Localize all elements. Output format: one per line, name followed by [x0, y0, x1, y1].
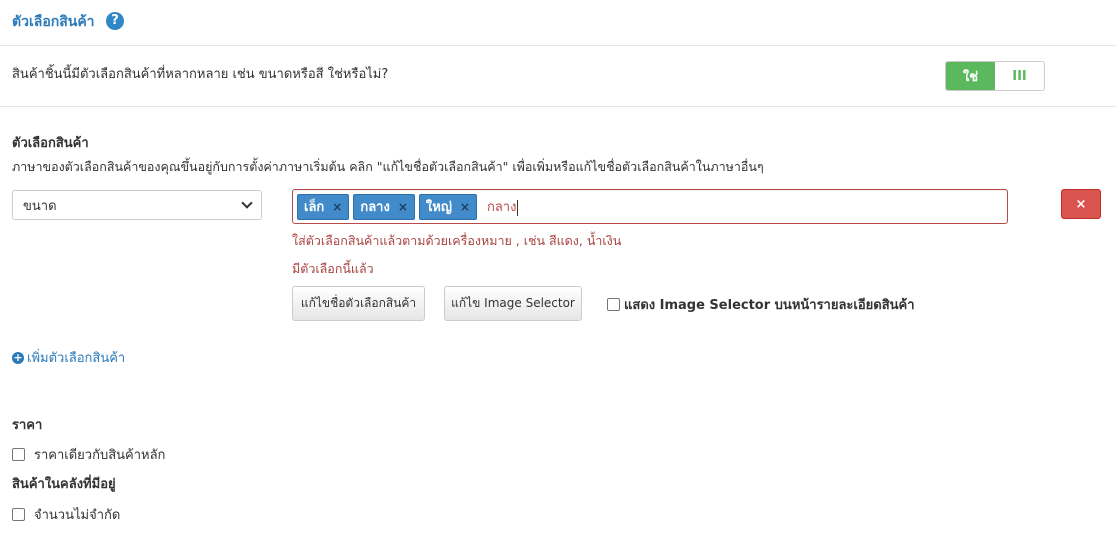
- delete-option-button[interactable]: ×: [1061, 189, 1101, 219]
- add-option-label: เพิ่มตัวเลือกสินค้า: [27, 351, 126, 366]
- option-hint-text: ใส่ตัวเลือกสินค้าแล้วตามด้วยเครื่องหมาย …: [292, 233, 622, 248]
- same-price-label: ราคาเดียวกับสินค้าหลัก: [34, 448, 166, 463]
- show-image-selector-label: แสดง Image Selector บนหน้ารายละเอียดสินค…: [624, 298, 915, 313]
- chevron-down-icon: [241, 197, 253, 209]
- unlimited-stock-label: จำนวนไม่จำกัด: [34, 508, 121, 523]
- text-cursor: [517, 199, 519, 216]
- show-image-selector-option[interactable]: แสดง Image Selector บนหน้ารายละเอียดสินค…: [607, 294, 915, 315]
- unlimited-stock-option[interactable]: จำนวนไม่จำกัด: [12, 504, 120, 525]
- option-tag-label: ใหญ่: [425, 200, 452, 215]
- has-variants-question: สินค้าชิ้นนี้มีตัวเลือกสินค้าที่หลากหลาย…: [12, 67, 389, 82]
- section-title: ตัวเลือกสินค้า: [12, 14, 95, 30]
- typed-option-text[interactable]: กลาง: [487, 196, 519, 217]
- same-price-checkbox[interactable]: [12, 448, 25, 461]
- unlimited-stock-checkbox[interactable]: [12, 508, 25, 521]
- edit-image-selector-button[interactable]: แก้ไข Image Selector: [444, 286, 582, 321]
- stock-label: สินค้าในคลังที่มีอยู่: [12, 477, 116, 492]
- option-tag-label: กลาง: [360, 200, 390, 215]
- option-tag-label: เล็ก: [304, 200, 325, 215]
- remove-tag-icon[interactable]: ×: [398, 200, 408, 214]
- price-label: ราคา: [12, 418, 43, 433]
- rename-options-button[interactable]: แก้ไขชื่อตัวเลือกสินค้า: [292, 286, 425, 321]
- plus-circle-icon: +: [12, 350, 24, 364]
- options-label: ตัวเลือกสินค้า: [12, 136, 89, 151]
- option-tag: กลาง ×: [353, 193, 415, 220]
- has-variants-row: สินค้าชิ้นนี้มีตัวเลือกสินค้าที่หลากหลาย…: [0, 46, 1116, 107]
- has-variants-toggle[interactable]: ใช่ III: [945, 61, 1045, 91]
- options-description: ภาษาของตัวเลือกสินค้าของคุณขึ้นอยู่กับกา…: [12, 159, 764, 174]
- help-icon[interactable]: ?: [106, 12, 124, 30]
- show-image-selector-checkbox[interactable]: [607, 298, 620, 311]
- option-type-select[interactable]: ขนาด: [12, 190, 262, 220]
- toggle-yes-button[interactable]: ใช่: [946, 62, 995, 90]
- option-tag: เล็ก ×: [297, 193, 350, 220]
- product-options-header: ตัวเลือกสินค้า ?: [0, 0, 1116, 46]
- option-tag: ใหญ่ ×: [418, 193, 477, 220]
- add-option-link[interactable]: + เพิ่มตัวเลือกสินค้า: [12, 347, 125, 368]
- toggle-no-button[interactable]: III: [995, 62, 1044, 90]
- remove-tag-icon[interactable]: ×: [460, 200, 470, 214]
- option-type-value: ขนาด: [23, 198, 57, 214]
- remove-tag-icon[interactable]: ×: [332, 200, 342, 214]
- duplicate-option-error: มีตัวเลือกนี้แล้ว: [292, 261, 374, 276]
- same-price-option[interactable]: ราคาเดียวกับสินค้าหลัก: [12, 444, 165, 465]
- option-values-input[interactable]: เล็ก × กลาง × ใหญ่ × กลาง: [292, 189, 1008, 224]
